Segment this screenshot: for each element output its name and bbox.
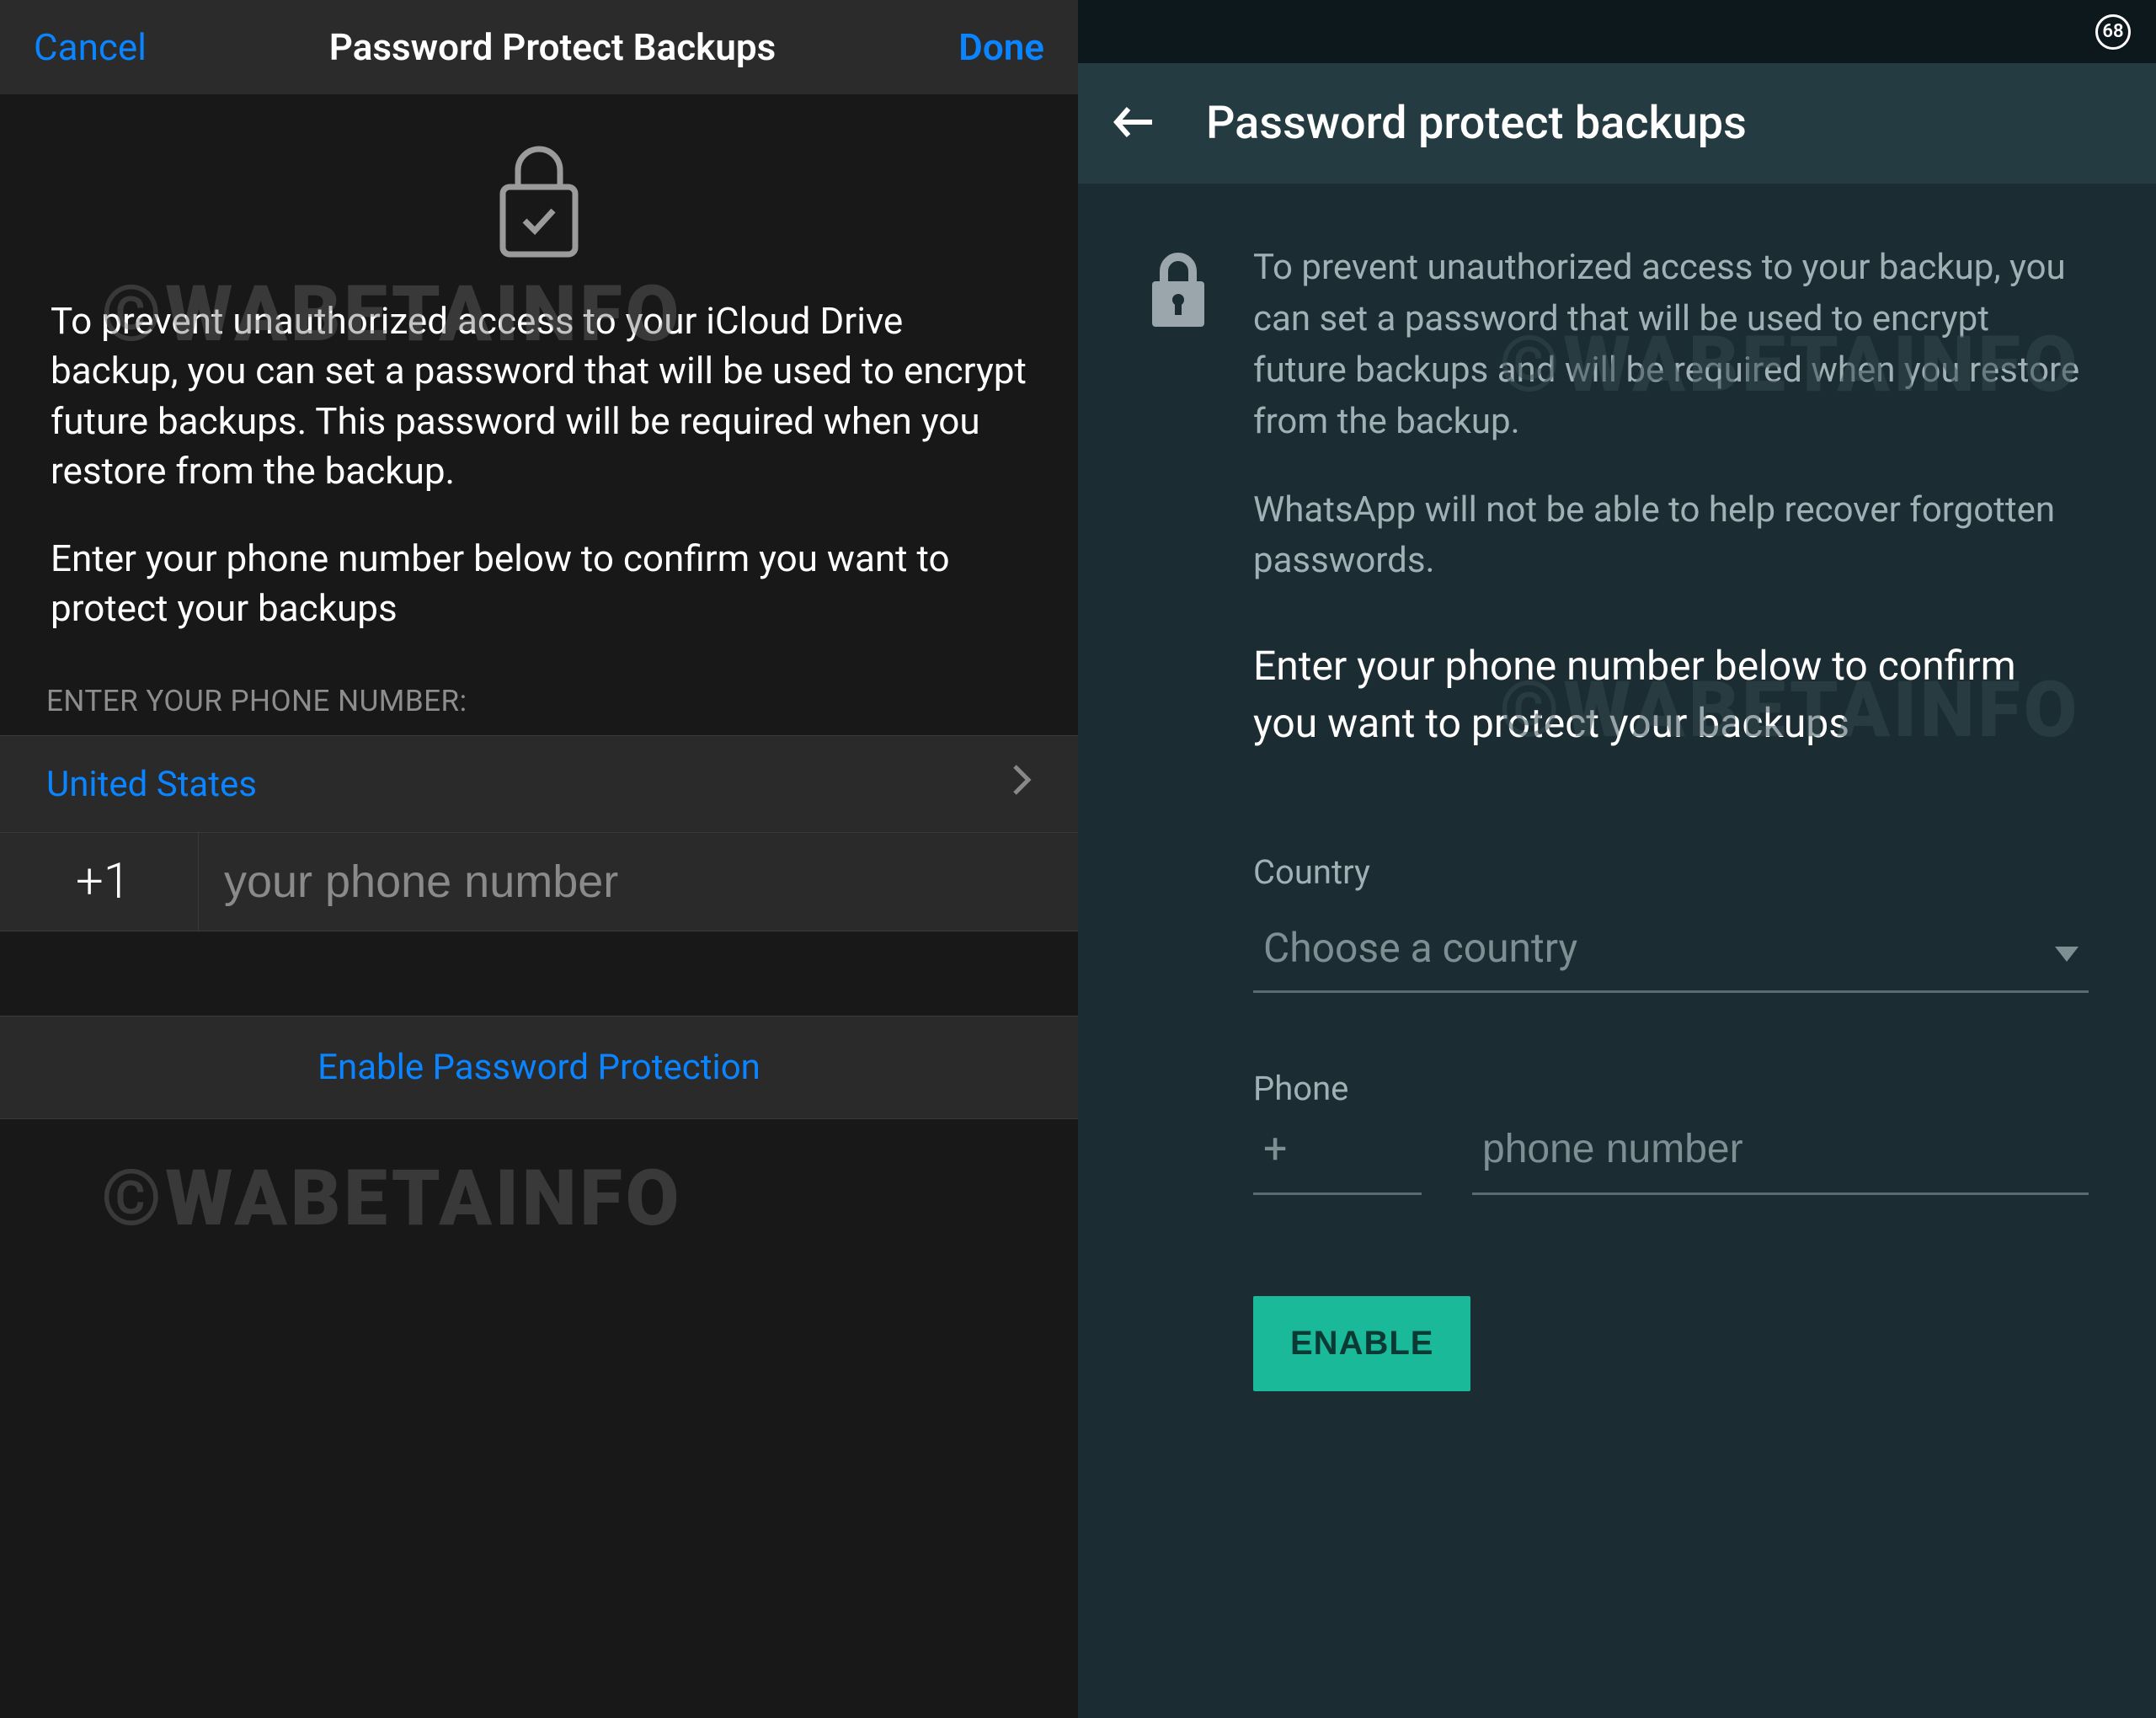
ios-panel: Cancel Password Protect Backups Done ©WA… bbox=[0, 0, 1078, 1718]
dial-code-input[interactable]: + bbox=[1253, 1125, 1422, 1195]
lock-check-icon bbox=[493, 136, 585, 263]
android-appbar: Password protect backups bbox=[1078, 63, 2156, 184]
android-panel: 68 Password protect backups ©WABETAINFO … bbox=[1078, 0, 2156, 1718]
arrow-left-icon bbox=[1112, 100, 1155, 144]
description-text: To prevent unauthorized access to your b… bbox=[1253, 243, 2089, 448]
done-button[interactable]: Done bbox=[958, 25, 1044, 69]
page-title: Password Protect Backups bbox=[329, 25, 776, 69]
country-picker-row[interactable]: United States bbox=[0, 735, 1078, 833]
back-button[interactable] bbox=[1112, 100, 1155, 147]
phone-label: Phone bbox=[1253, 1069, 2089, 1108]
phone-input-row: + bbox=[1253, 1125, 2089, 1195]
page-title: Password protect backups bbox=[1206, 97, 1747, 150]
dropdown-triangle-icon bbox=[2055, 924, 2079, 972]
ios-navbar: Cancel Password Protect Backups Done bbox=[0, 0, 1078, 94]
chevron-right-icon bbox=[1011, 763, 1032, 805]
badge-count: 68 bbox=[2095, 14, 2131, 50]
android-statusbar: 68 bbox=[1078, 0, 2156, 63]
country-placeholder: Choose a country bbox=[1263, 924, 1577, 972]
watermark: ©WABETAINFO bbox=[101, 1154, 682, 1244]
warning-text: WhatsApp will not be able to help recove… bbox=[1253, 485, 2089, 588]
enable-protection-button[interactable]: Enable Password Protection bbox=[0, 1016, 1078, 1119]
ios-lock-illustration bbox=[0, 94, 1078, 296]
phone-input-row: +1 bbox=[0, 833, 1078, 931]
phone-input[interactable] bbox=[1472, 1125, 2089, 1195]
instruction-text: Enter your phone number below to confirm… bbox=[0, 534, 1078, 634]
lock-icon bbox=[1145, 243, 1211, 1391]
android-body: To prevent unauthorized access to your b… bbox=[1078, 184, 2156, 1501]
country-dropdown[interactable]: Choose a country bbox=[1253, 909, 2089, 993]
cancel-button[interactable]: Cancel bbox=[34, 25, 147, 69]
country-name: United States bbox=[46, 764, 257, 805]
country-label: Country bbox=[1253, 852, 2089, 892]
instruction-text: Enter your phone number below to confirm… bbox=[1253, 638, 2089, 750]
phone-section-label: ENTER YOUR PHONE NUMBER: bbox=[0, 633, 1078, 735]
phone-input[interactable] bbox=[199, 835, 1078, 928]
description-text: To prevent unauthorized access to your i… bbox=[0, 296, 1078, 497]
dial-code: +1 bbox=[0, 833, 199, 931]
enable-button[interactable]: ENABLE bbox=[1253, 1296, 1470, 1391]
